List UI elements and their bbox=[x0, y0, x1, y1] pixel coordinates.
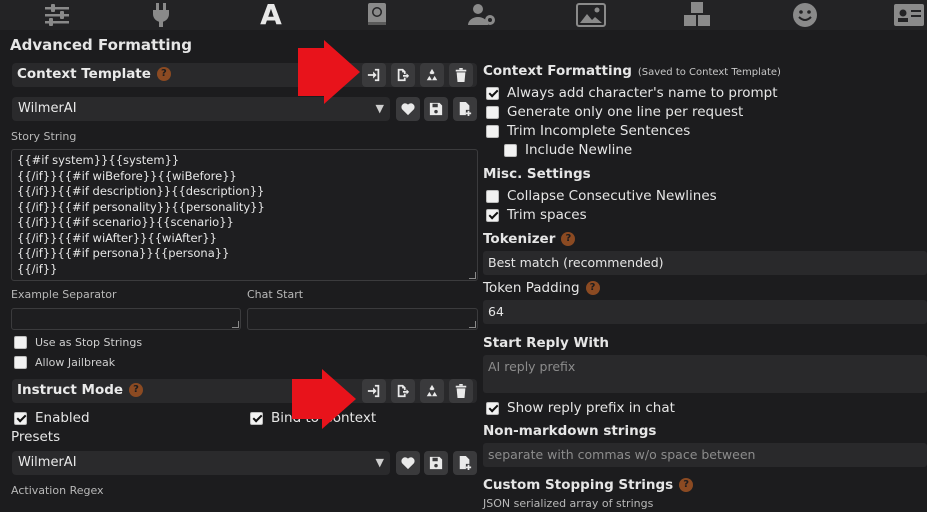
checkbox-box[interactable] bbox=[250, 411, 263, 425]
non-markdown-input[interactable]: separate with commas w/o space between bbox=[483, 443, 927, 467]
id-card-icon[interactable] bbox=[894, 2, 924, 28]
presets-label: Presets bbox=[11, 429, 61, 445]
token-padding-input[interactable]: 64 bbox=[483, 300, 927, 324]
chat-start-input[interactable] bbox=[247, 308, 478, 330]
globe-book-icon[interactable] bbox=[362, 2, 392, 28]
instruct-preset-select[interactable]: WilmerAI ▼ bbox=[12, 451, 390, 475]
resize-handle[interactable] bbox=[469, 272, 476, 279]
file-plus-icon bbox=[459, 102, 472, 116]
token-padding-title: Token Padding? bbox=[483, 280, 600, 296]
instruct-mode-title: Instruct Mode? bbox=[17, 382, 144, 398]
instruct-import-button[interactable] bbox=[362, 379, 386, 403]
checkbox-box[interactable] bbox=[486, 401, 499, 415]
activation-regex-label: Activation Regex bbox=[11, 484, 104, 497]
instruct-new-file-button[interactable] bbox=[453, 451, 477, 475]
checkbox-box[interactable] bbox=[486, 105, 499, 119]
example-separator-input[interactable] bbox=[11, 308, 241, 330]
instruct-delete-button[interactable] bbox=[449, 379, 473, 403]
resize-handle[interactable] bbox=[469, 321, 476, 328]
non-markdown-title: Non-markdown strings bbox=[483, 423, 657, 439]
allow-jailbreak-checkbox[interactable]: Allow Jailbreak bbox=[14, 356, 115, 369]
plug-icon[interactable] bbox=[146, 2, 176, 28]
panel-title: Advanced Formatting bbox=[10, 36, 192, 54]
export-icon bbox=[397, 68, 410, 82]
checkbox-box[interactable] bbox=[486, 189, 499, 203]
checkbox-box[interactable] bbox=[14, 356, 27, 369]
collapse-newlines-checkbox[interactable]: Collapse Consecutive Newlines bbox=[486, 188, 717, 204]
checkbox-box[interactable] bbox=[14, 336, 27, 349]
import-icon bbox=[367, 384, 380, 398]
favorite-button[interactable] bbox=[396, 97, 420, 121]
help-icon[interactable]: ? bbox=[129, 383, 144, 397]
misc-settings-title: Misc. Settings bbox=[483, 166, 591, 182]
user-gear-icon[interactable] bbox=[468, 2, 498, 28]
trim-incomplete-checkbox[interactable]: Trim Incomplete Sentences bbox=[486, 123, 690, 139]
help-icon[interactable]: ? bbox=[679, 478, 694, 492]
checkbox-box[interactable] bbox=[486, 86, 499, 100]
instruct-enabled-checkbox[interactable]: Enabled bbox=[14, 410, 90, 426]
checkbox-box[interactable] bbox=[486, 208, 499, 222]
heart-icon bbox=[401, 103, 415, 116]
help-icon[interactable]: ? bbox=[561, 232, 576, 246]
red-arrow-annotation-bottom bbox=[292, 369, 356, 429]
context-formatting-title: Context Formatting (Saved to Context Temp… bbox=[483, 63, 781, 79]
show-reply-prefix-checkbox[interactable]: Show reply prefix in chat bbox=[486, 400, 675, 416]
resize-handle[interactable] bbox=[232, 321, 239, 328]
chat-start-label: Chat Start bbox=[247, 288, 304, 301]
include-newline-checkbox[interactable]: Include Newline bbox=[504, 142, 632, 158]
tokenizer-title: Tokenizer? bbox=[483, 231, 576, 247]
recycle-icon bbox=[426, 384, 438, 397]
trash-icon bbox=[455, 68, 467, 82]
instruct-restore-button[interactable] bbox=[420, 379, 444, 403]
export-icon bbox=[397, 384, 410, 398]
export-button[interactable] bbox=[391, 63, 415, 87]
trim-spaces-checkbox[interactable]: Trim spaces bbox=[486, 207, 587, 223]
instruct-favorite-button[interactable] bbox=[396, 451, 420, 475]
start-reply-input[interactable]: AI reply prefix bbox=[483, 355, 927, 393]
delete-button[interactable] bbox=[449, 63, 473, 87]
always-add-name-checkbox[interactable]: Always add character's name to prompt bbox=[486, 85, 778, 101]
story-string-label: Story String bbox=[11, 130, 77, 143]
help-icon[interactable]: ? bbox=[585, 281, 600, 295]
one-line-checkbox[interactable]: Generate only one line per request bbox=[486, 104, 743, 120]
chevron-down-icon: ▼ bbox=[375, 456, 384, 469]
font-a-icon[interactable]: A bbox=[256, 1, 286, 29]
file-plus-icon bbox=[459, 456, 472, 470]
sliders-icon[interactable] bbox=[42, 2, 72, 28]
story-string-textarea[interactable]: {{#if system}}{{system}} {{/if}}{{#if wi… bbox=[11, 149, 478, 281]
restore-button[interactable] bbox=[420, 63, 444, 87]
instruct-export-button[interactable] bbox=[391, 379, 415, 403]
import-icon bbox=[367, 68, 380, 82]
save-button[interactable] bbox=[424, 97, 448, 121]
smile-icon[interactable] bbox=[790, 2, 820, 28]
chevron-down-icon: ▼ bbox=[375, 102, 384, 115]
instruct-save-button[interactable] bbox=[424, 451, 448, 475]
checkbox-box[interactable] bbox=[486, 124, 499, 138]
heart-icon bbox=[401, 457, 415, 470]
save-icon bbox=[429, 102, 443, 116]
tokenizer-select[interactable]: Best match (recommended) bbox=[483, 251, 927, 275]
help-icon[interactable]: ? bbox=[156, 67, 171, 81]
import-button[interactable] bbox=[362, 63, 386, 87]
use-as-stop-strings-checkbox[interactable]: Use as Stop Strings bbox=[14, 336, 142, 349]
trash-icon bbox=[455, 384, 467, 398]
image-icon[interactable] bbox=[576, 2, 606, 28]
checkbox-box[interactable] bbox=[14, 411, 27, 425]
example-separator-label: Example Separator bbox=[11, 288, 117, 301]
new-file-button[interactable] bbox=[453, 97, 477, 121]
start-reply-title: Start Reply With bbox=[483, 335, 610, 351]
save-icon bbox=[429, 456, 443, 470]
recycle-icon bbox=[426, 68, 438, 81]
context-template-title: Context Template? bbox=[17, 66, 171, 82]
custom-stopping-title: Custom Stopping Strings? bbox=[483, 477, 694, 493]
advanced-formatting-panel: Advanced Formatting Context Template? Wi… bbox=[0, 30, 927, 512]
red-arrow-annotation-top bbox=[298, 40, 360, 104]
top-navigation-bar: A bbox=[0, 0, 927, 30]
custom-stopping-note: JSON serialized array of strings bbox=[483, 497, 654, 510]
cubes-icon[interactable] bbox=[682, 2, 712, 28]
checkbox-box[interactable] bbox=[504, 143, 517, 157]
